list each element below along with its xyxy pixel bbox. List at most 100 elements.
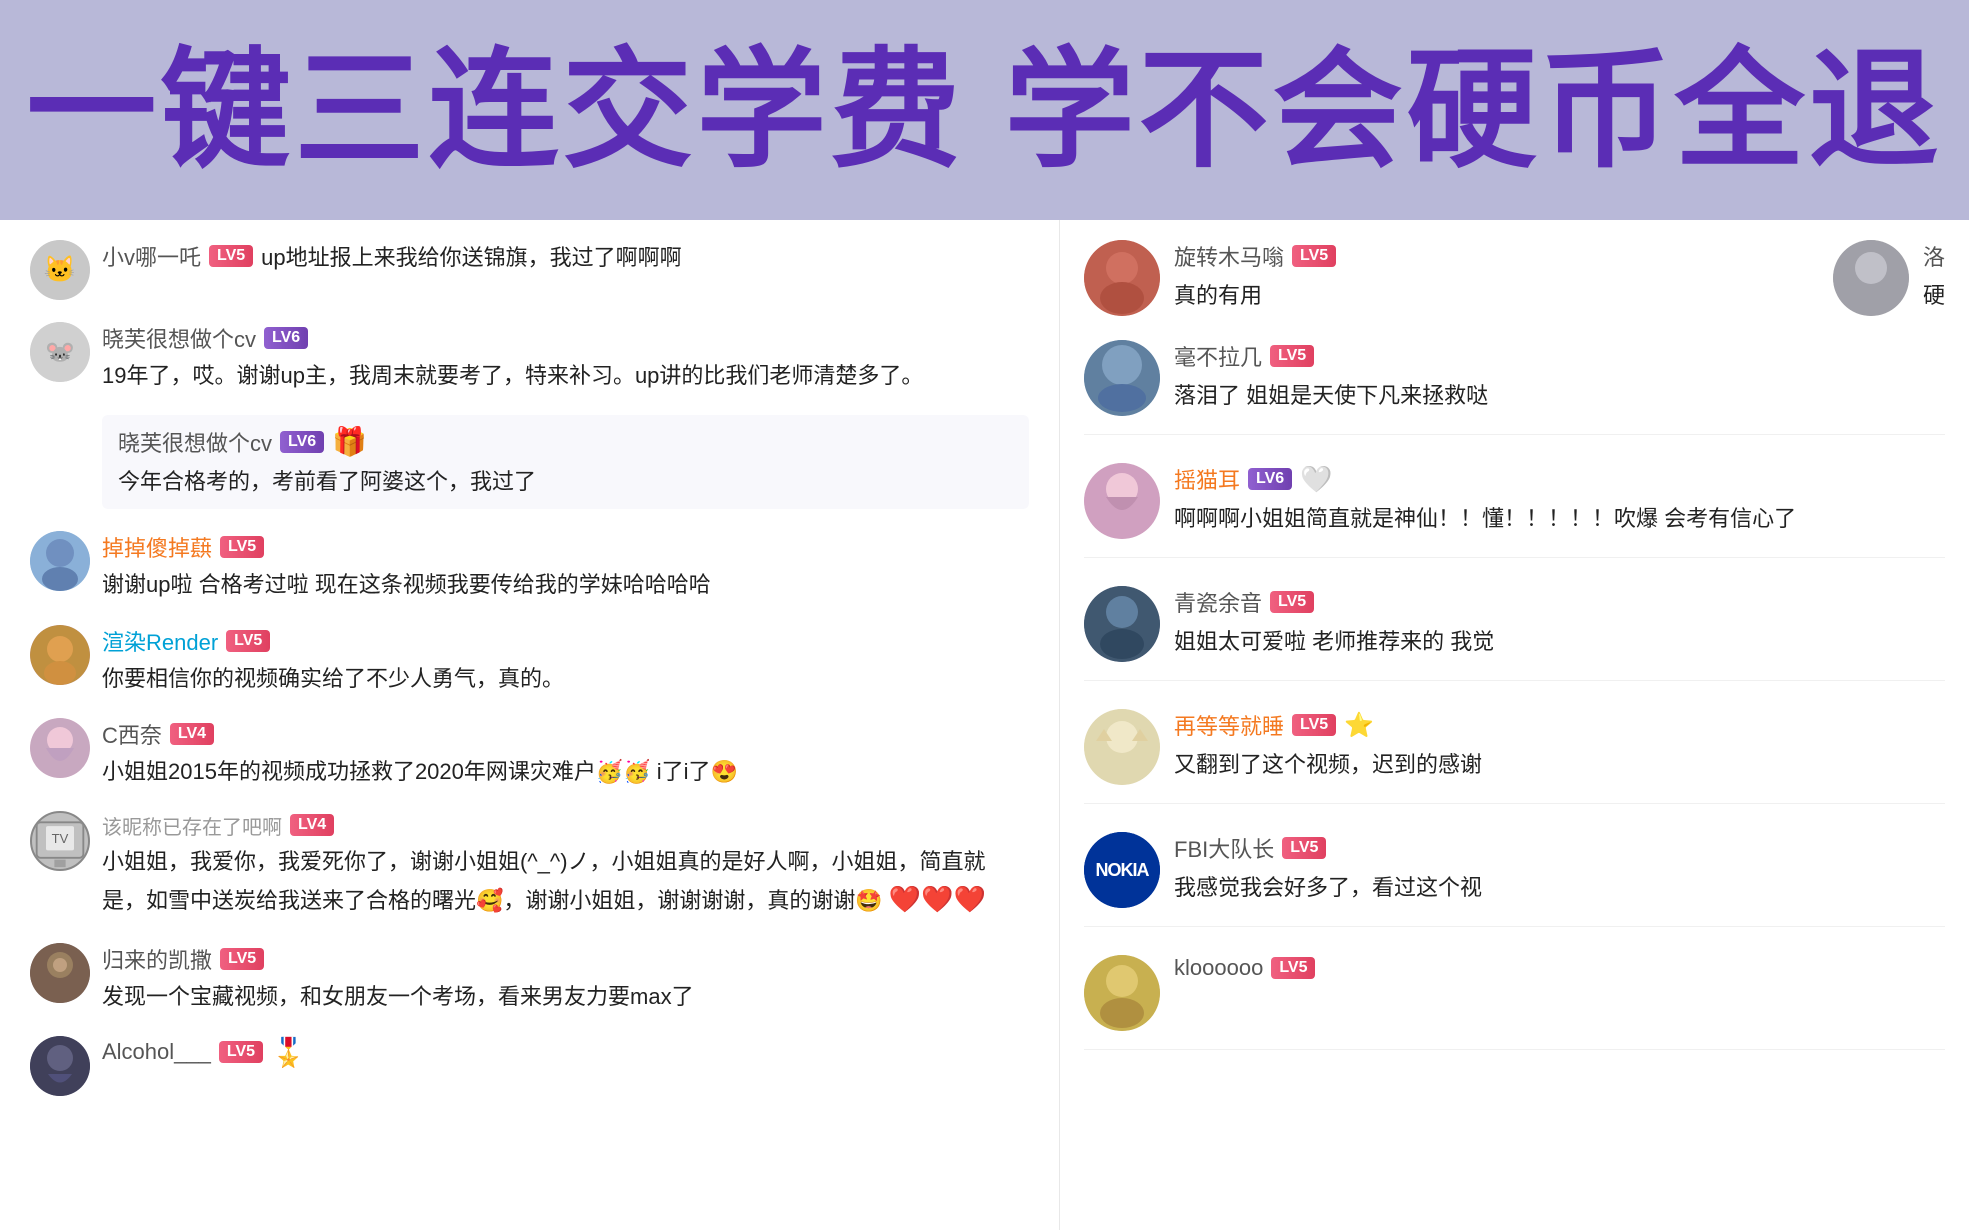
comment-body: 渲染Render LV5 你要相信你的视频确实给了不少人勇气，真的。 (102, 625, 1029, 696)
svg-text:🐭: 🐭 (45, 339, 75, 366)
gift-icon: 🎁 (332, 425, 367, 458)
right-comment-text: 啊啊啊小姐姐简直就是神仙！！懂！！！！！吹爆 会考有信心了 (1174, 501, 1945, 536)
comment-item: 🐭 晓芙很想做个cv LV6 19年了，哎。谢谢up主，我周末就要考了，特来补习… (30, 322, 1029, 393)
right-username: kloooooo (1174, 955, 1263, 981)
right-avatar (1084, 955, 1160, 1031)
level-badge: LV5 (209, 245, 253, 267)
right-comment-item: 毫不拉几 LV5 落泪了 姐姐是天使下凡来拯救哒 (1084, 340, 1945, 435)
avatar (30, 625, 90, 685)
comment-item: Alcohol___ LV5 🎖️ (30, 1036, 1029, 1096)
right-username: 洛 (1923, 240, 1945, 272)
right-comment-header: 再等等就睡 LV5 ⭐ (1174, 709, 1945, 741)
right-comment-row: 旋转木马嗡 LV5 真的有用 洛 硬 (1084, 240, 1945, 316)
comment-text-inline: up地址报上来我给你送锦旗，我过了啊啊啊 (261, 240, 681, 272)
avatar: TV (30, 811, 90, 871)
comment-body: 小v哪一吒 LV5 up地址报上来我给你送锦旗，我过了啊啊啊 (102, 240, 1029, 276)
right-comment-header: kloooooo LV5 (1174, 955, 1945, 981)
avatar: 🐭 (30, 322, 90, 382)
right-comment-item: kloooooo LV5 (1084, 955, 1945, 1050)
comment-text: 今年合格考的，考前看了阿婆这个，我过了 (118, 464, 1013, 499)
comment-text: 小姐姐，我爱你，我爱死你了，谢谢小姐姐(^_^)ノ，小姐姐真的是好人啊，小姐姐，… (102, 844, 1029, 921)
right-comment-body: 再等等就睡 LV5 ⭐ 又翻到了这个视频，迟到的感谢 (1174, 709, 1945, 782)
header-banner: 一键三连交学费 学不会硬币全退 (0, 0, 1969, 220)
comment-item: 归来的凯撒 LV5 发现一个宝藏视频，和女朋友一个考场，看来男友力要max了 (30, 943, 1029, 1014)
right-comment-body: FBI大队长 LV5 我感觉我会好多了，看过这个视 (1174, 832, 1945, 905)
star-decoration: ⭐ (1344, 711, 1374, 740)
username: 晓芙很想做个cv (118, 426, 272, 458)
comment-item: C西奈 LV4 小姐姐2015年的视频成功拯救了2020年网课灾难户🥳🥳 i了i… (30, 718, 1029, 789)
right-avatar (1084, 709, 1160, 785)
right-username: 再等等就睡 (1174, 709, 1284, 741)
right-comment-text: 真的有用 (1174, 278, 1803, 313)
right-comment-body: 洛 硬 (1923, 240, 1945, 313)
right-username: FBI大队长 (1174, 832, 1274, 864)
avatar (30, 943, 90, 1003)
right-comment-header: 洛 (1923, 240, 1945, 272)
comment-header: 渲染Render LV5 (102, 625, 1029, 657)
right-comment-header: 毫不拉几 LV5 (1174, 340, 1945, 372)
comment-body: C西奈 LV4 小姐姐2015年的视频成功拯救了2020年网课灾难户🥳🥳 i了i… (102, 718, 1029, 789)
level-badge: LV5 (220, 536, 264, 558)
right-comment-text: 硬 (1923, 278, 1945, 313)
right-comment-item-small: 洛 硬 (1833, 240, 1945, 316)
right-comment-item: 旋转木马嗡 LV5 真的有用 (1084, 240, 1803, 316)
comment-text: 谢谢up啦 合格考过啦 现在这条视频我要传给我的学妹哈哈哈哈 (102, 567, 1029, 602)
right-avatar (1084, 586, 1160, 662)
comment-item: 渲染Render LV5 你要相信你的视频确实给了不少人勇气，真的。 (30, 625, 1029, 696)
avatar (30, 1036, 90, 1096)
level-badge: LV5 (220, 948, 264, 970)
comment-header: Alcohol___ LV5 🎖️ (102, 1036, 1029, 1069)
level-badge: LV5 (1271, 957, 1315, 979)
right-comment-body: 青瓷余音 LV5 姐姐太可爱啦 老师推荐来的 我觉 (1174, 586, 1945, 659)
comment-text: 小姐姐2015年的视频成功拯救了2020年网课灾难户🥳🥳 i了i了😍 (102, 754, 1029, 789)
right-comment-item: 再等等就睡 LV5 ⭐ 又翻到了这个视频，迟到的感谢 (1084, 709, 1945, 804)
level-badge: LV6 (1248, 468, 1292, 490)
level-badge: LV5 (1282, 837, 1326, 859)
comment-body: 晓芙很想做个cv LV6 19年了，哎。谢谢up主，我周末就要考了，特来补习。u… (102, 322, 1029, 393)
left-comments-section: 🐱 小v哪一吒 LV5 up地址报上来我给你送锦旗，我过了啊啊啊 🐭 晓芙很想做… (0, 220, 1060, 1230)
comment-text: 你要相信你的视频确实给了不少人勇气，真的。 (102, 661, 1029, 696)
comment-header: C西奈 LV4 (102, 718, 1029, 750)
right-avatar (1084, 340, 1160, 416)
comment-text: 19年了，哎。谢谢up主，我周末就要考了，特来补习。up讲的比我们老师清楚多了。 (102, 358, 1029, 393)
username: 归来的凯撒 (102, 943, 212, 975)
avatar (30, 531, 90, 591)
avatar (30, 718, 90, 778)
comment-text: 发现一个宝藏视频，和女朋友一个考场，看来男友力要max了 (102, 979, 1029, 1014)
level-badge: LV5 (219, 1041, 263, 1063)
main-content: 🐱 小v哪一吒 LV5 up地址报上来我给你送锦旗，我过了啊啊啊 🐭 晓芙很想做… (0, 220, 1969, 1230)
right-comment-header: 旋转木马嗡 LV5 (1174, 240, 1803, 272)
comment-body: Alcohol___ LV5 🎖️ (102, 1036, 1029, 1073)
right-comment-body: kloooooo LV5 (1174, 955, 1945, 987)
comment-item: 掉掉傻掉蕻 LV5 谢谢up啦 合格考过啦 现在这条视频我要传给我的学妹哈哈哈哈 (30, 531, 1029, 602)
heart-gift-icon: 🤍 (1300, 464, 1332, 495)
level-badge: LV5 (1270, 591, 1314, 613)
right-username: 旋转木马嗡 (1174, 240, 1284, 272)
username: 掉掉傻掉蕻 (102, 531, 212, 563)
svg-text:🐱: 🐱 (44, 254, 76, 284)
username: 小v哪一吒 (102, 240, 201, 272)
right-avatar (1084, 240, 1160, 316)
level-badge: LV5 (1270, 345, 1314, 367)
comment-item: TV 该昵称已存在了吧啊 LV4 小姐姐，我爱你，我爱死你了，谢谢小姐姐(^_^… (30, 811, 1029, 921)
comment-body: 归来的凯撒 LV5 发现一个宝藏视频，和女朋友一个考场，看来男友力要max了 (102, 943, 1029, 1014)
level-badge: LV5 (1292, 245, 1336, 267)
right-username: 摇猫耳 (1174, 463, 1240, 495)
header-title: 一键三连交学费 学不会硬币全退 (26, 45, 1942, 175)
right-avatar (1084, 463, 1160, 539)
right-comment-item: 摇猫耳 LV6 🤍 啊啊啊小姐姐简直就是神仙！！懂！！！！！吹爆 会考有信心了 (1084, 463, 1945, 558)
comment-body: 该昵称已存在了吧啊 LV4 小姐姐，我爱你，我爱死你了，谢谢小姐姐(^_^)ノ，… (102, 811, 1029, 921)
username: 晓芙很想做个cv (102, 322, 256, 354)
username: 该昵称已存在了吧啊 (102, 811, 282, 840)
right-comment-text: 姐姐太可爱啦 老师推荐来的 我觉 (1174, 624, 1945, 659)
username: 渲染Render (102, 625, 218, 657)
comment-body: 掉掉傻掉蕻 LV5 谢谢up啦 合格考过啦 现在这条视频我要传给我的学妹哈哈哈哈 (102, 531, 1029, 602)
comment-item: 🐱 小v哪一吒 LV5 up地址报上来我给你送锦旗，我过了啊啊啊 (30, 240, 1029, 300)
username: Alcohol___ (102, 1039, 211, 1065)
avatar: 🐱 (30, 240, 90, 300)
level-badge: LV5 (226, 630, 270, 652)
right-comment-body: 毫不拉几 LV5 落泪了 姐姐是天使下凡来拯救哒 (1174, 340, 1945, 413)
right-comments-section: 旋转木马嗡 LV5 真的有用 洛 硬 (1060, 220, 1969, 1230)
right-comment-item: NOKIA FBI大队长 LV5 我感觉我会好多了，看过这个视 (1084, 832, 1945, 927)
right-comment-text: 又翻到了这个视频，迟到的感谢 (1174, 747, 1945, 782)
